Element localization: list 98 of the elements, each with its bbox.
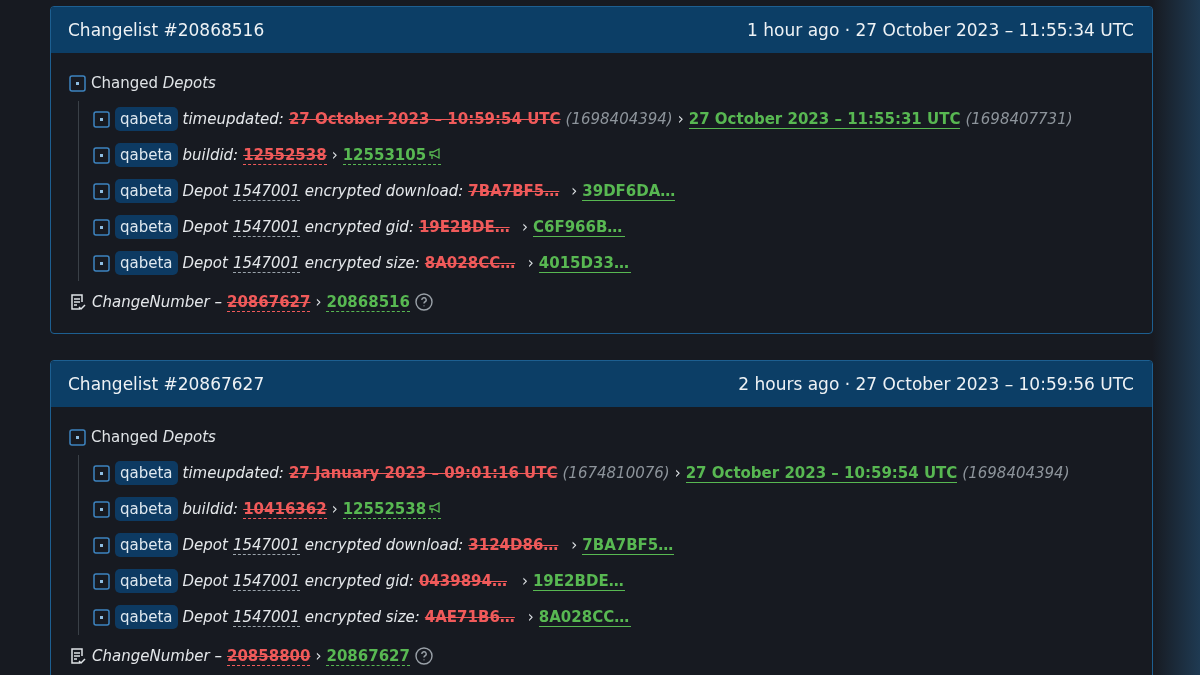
field-label: encrypted gid: [304,218,414,236]
expand-box-icon[interactable] [93,110,110,128]
megaphone-icon [428,502,442,515]
changelist-time: 2 hours ago · 27 October 2023 – 10:59:56 UTC [738,374,1134,394]
expand-box-icon[interactable] [93,608,110,626]
changelist-time: 1 hour ago · 27 October 2023 – 11:55:34 UTC [747,20,1134,40]
group-label: Changed Depots [91,74,216,92]
branch-tag: qabeta [115,143,178,167]
branch-tag: qabeta [115,179,178,203]
depot-label: Depot [182,572,228,590]
new-value: 7BA7BF5… [582,535,675,555]
separator: › [674,464,681,482]
checklist-document-icon [69,293,87,311]
change-number-label: ChangeNumber – [92,293,222,311]
expand-box-icon[interactable] [93,254,110,272]
old-value: 8A028CC… [424,254,517,272]
new-value: 27 October 2023 – 11:55:31 UTC [688,109,961,129]
field-label: encrypted gid: [304,572,414,590]
depot-label: Depot [182,182,228,200]
field-label: encrypted size: [304,608,420,626]
depot-link[interactable]: 1547001 [232,217,300,237]
separator: › [315,647,322,665]
old-value: 20858800 [226,646,311,666]
separator: › [571,182,578,200]
old-value: 12552538 [243,145,327,165]
separator: › [521,572,528,590]
old-value: 7BA7BF5… [468,182,561,200]
old-value: 27 January 2023 – 09:01:16 UTC [288,464,558,482]
new-value: 27 October 2023 – 10:59:54 UTC [685,463,958,483]
branch-tag: qabeta [115,215,178,239]
new-value: 20868516 [326,292,410,312]
old-timestamp: (1698404394) [565,110,673,128]
separator: › [527,608,534,626]
group-label: Changed Depots [91,428,216,446]
old-value: 27 October 2023 – 10:59:54 UTC [288,110,561,128]
checklist-document-icon [69,647,87,665]
old-value: 19E2BDE… [418,218,511,236]
new-value: 39DF6DA… [582,181,676,201]
field-label: buildid: [182,500,239,518]
help-icon[interactable] [414,647,433,665]
new-value: C6F966B… [532,217,625,237]
depot-label: Depot [182,218,228,236]
field-label: encrypted size: [304,254,420,272]
depot-label: Depot [182,254,228,272]
field-label: timeupdated: [182,110,284,128]
new-value: 8A028CC… [538,607,631,627]
depot-link[interactable]: 1547001 [232,607,300,627]
branch-tag: qabeta [115,533,178,557]
branch-tag: qabeta [115,605,178,629]
new-value: 12553105 [342,145,442,165]
new-timestamp: (1698404394) [962,464,1070,482]
depot-link[interactable]: 1547001 [232,571,300,591]
branch-tag: qabeta [115,569,178,593]
old-value: 3124D86… [468,536,560,554]
depot-label: Depot [182,536,228,554]
branch-tag: qabeta [115,461,178,485]
expand-box-icon[interactable] [93,536,110,554]
separator: › [677,110,684,128]
branch-tag: qabeta [115,251,178,275]
separator: › [331,500,338,518]
new-value: 19E2BDE… [532,571,625,591]
old-value: 4AE71B6… [424,608,516,626]
expand-box-icon[interactable] [93,572,110,590]
field-label: encrypted download: [304,536,464,554]
changelist-title: Changelist #20867627 [68,374,265,394]
old-timestamp: (1674810076) [562,464,670,482]
depot-link[interactable]: 1547001 [232,253,300,273]
new-value: 4015D33… [538,253,631,273]
separator: › [527,254,534,272]
expand-box-icon[interactable] [93,146,110,164]
expand-box-icon[interactable] [93,218,110,236]
separator: › [571,536,578,554]
field-label: encrypted download: [304,182,464,200]
expand-box-icon[interactable] [69,428,86,446]
depot-link[interactable]: 1547001 [232,181,300,201]
changelist-title: Changelist #20868516 [68,20,265,40]
old-value: 10416362 [243,499,327,519]
depot-label: Depot [182,608,228,626]
megaphone-icon [428,148,442,161]
change-number-label: ChangeNumber – [92,647,222,665]
field-label: timeupdated: [182,464,284,482]
old-value: 0439894… [418,572,508,590]
branch-tag: qabeta [115,497,178,521]
old-value: 20867627 [226,292,311,312]
field-label: buildid: [182,146,239,164]
depot-link[interactable]: 1547001 [232,535,300,555]
expand-box-icon[interactable] [93,464,110,482]
new-timestamp: (1698407731) [965,110,1073,128]
separator: › [315,293,322,311]
expand-box-icon[interactable] [69,74,86,92]
separator: › [521,218,528,236]
separator: › [331,146,338,164]
expand-box-icon[interactable] [93,500,110,518]
new-value: 12552538 [342,499,442,519]
help-icon[interactable] [414,293,433,311]
branch-tag: qabeta [115,107,178,131]
expand-box-icon[interactable] [93,182,110,200]
new-value: 20867627 [326,646,410,666]
